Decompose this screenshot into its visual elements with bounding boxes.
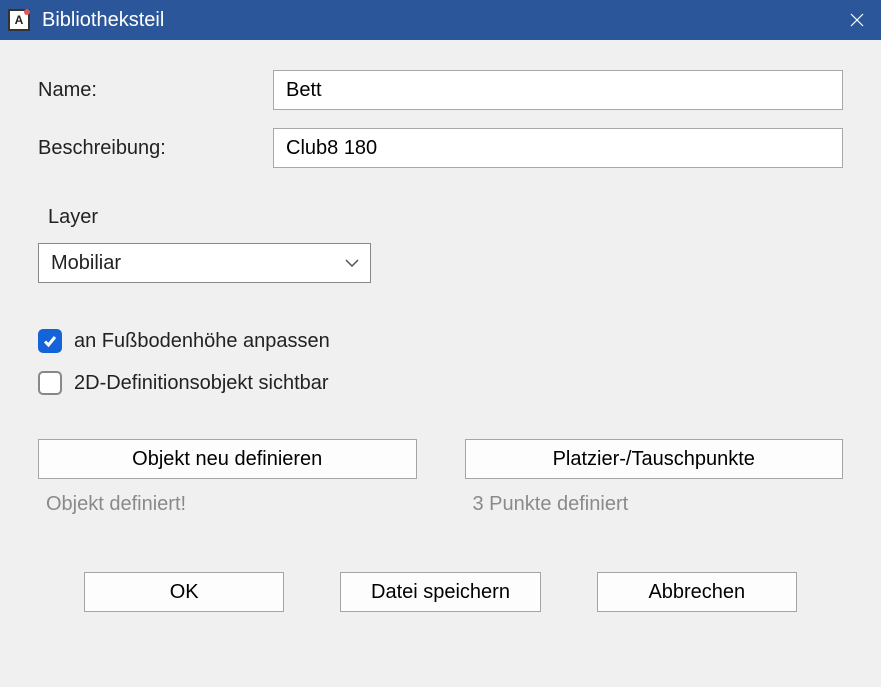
layer-select[interactable]: Mobiliar xyxy=(38,243,371,283)
titlebar: A Bibliotheksteil xyxy=(0,0,881,40)
description-label: Beschreibung: xyxy=(38,137,273,160)
obj2d-checkbox[interactable] xyxy=(38,371,62,395)
points-status: 3 Punkte definiert xyxy=(465,493,844,516)
app-icon: A xyxy=(8,9,30,31)
floor-checkbox-row[interactable]: an Fußbodenhöhe anpassen xyxy=(38,329,843,353)
redefine-object-button[interactable]: Objekt neu definieren xyxy=(38,439,417,479)
redefine-status: Objekt definiert! xyxy=(38,493,417,516)
cancel-button[interactable]: Abbrechen xyxy=(597,572,797,612)
check-icon xyxy=(42,333,58,349)
description-input[interactable] xyxy=(273,128,843,168)
dialog-content: Name: Beschreibung: Layer Mobiliar an Fu… xyxy=(0,40,881,636)
floor-checkbox[interactable] xyxy=(38,329,62,353)
name-label: Name: xyxy=(38,79,273,102)
window-title: Bibliotheksteil xyxy=(42,9,833,32)
name-input[interactable] xyxy=(273,70,843,110)
floor-checkbox-label: an Fußbodenhöhe anpassen xyxy=(74,330,330,353)
save-file-button[interactable]: Datei speichern xyxy=(340,572,540,612)
close-icon xyxy=(850,13,864,27)
swap-points-button[interactable]: Platzier-/Tauschpunkte xyxy=(465,439,844,479)
ok-button[interactable]: OK xyxy=(84,572,284,612)
layer-value: Mobiliar xyxy=(51,252,121,275)
obj2d-checkbox-row[interactable]: 2D-Definitionsobjekt sichtbar xyxy=(38,371,843,395)
layer-label: Layer xyxy=(48,206,843,229)
obj2d-checkbox-label: 2D-Definitionsobjekt sichtbar xyxy=(74,372,329,395)
close-button[interactable] xyxy=(833,0,881,40)
